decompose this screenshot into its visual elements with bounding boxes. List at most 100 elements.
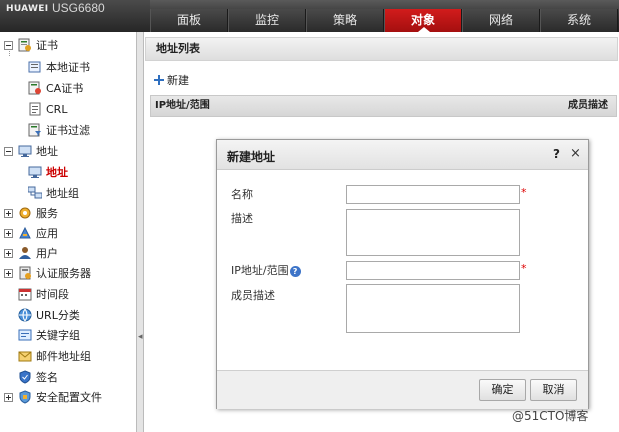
required-mark: * <box>521 186 527 199</box>
tab-policy[interactable]: 策略 <box>306 9 384 32</box>
collapse-icon[interactable] <box>4 146 13 156</box>
dialog-title-bar[interactable]: 新建地址 ? × <box>217 140 588 170</box>
sidebar-item-label: 邮件地址组 <box>36 350 91 363</box>
sidebar-item-label: CRL <box>46 102 68 116</box>
sidebar-item-label: 应用 <box>36 227 58 240</box>
expand-icon[interactable] <box>4 208 13 218</box>
ip-range-field[interactable] <box>346 261 520 280</box>
sidebar-item-label: 证书 <box>36 39 58 52</box>
sidebar-item-label: 地址组 <box>46 187 79 200</box>
address-item-icon <box>28 165 42 179</box>
address-icon <box>18 144 32 158</box>
sidebar-item-label: 证书过滤 <box>46 124 90 137</box>
new-address-dialog: 新建地址 ? × 名称 * 描述 IP地址/范围? * 成员描述 确定 取消 <box>216 139 589 409</box>
name-label: 名称 <box>231 188 253 201</box>
collapse-arrow-icon[interactable]: ◂ <box>138 332 143 342</box>
ip-range-label: IP地址/范围? <box>231 262 301 278</box>
application-icon <box>18 226 32 240</box>
ok-button[interactable]: 确定 <box>479 379 526 401</box>
tab-monitor[interactable]: 监控 <box>228 9 306 32</box>
dialog-title: 新建地址 <box>227 150 276 164</box>
sidebar-item-address[interactable]: 地址 <box>4 141 58 161</box>
table-header: IP地址/范围 成员描述 <box>150 95 617 117</box>
required-mark: * <box>521 262 527 275</box>
sidebar-tree: 证书 本地证书 CA证书 CRL 证书过滤 地址 地址 地址组 服务 应用 用户… <box>0 32 137 432</box>
certificate-filter-icon <box>28 123 42 137</box>
expand-icon[interactable] <box>4 392 13 402</box>
member-description-label: 成员描述 <box>231 289 275 302</box>
sidebar-item-label: 地址 <box>46 166 68 179</box>
description-field[interactable] <box>346 209 520 256</box>
help-icon[interactable]: ? <box>289 265 301 277</box>
expand-icon[interactable] <box>4 228 13 238</box>
brand-area: HUAWEI USG6680 <box>0 0 150 32</box>
sidebar-item-label: 时间段 <box>36 288 69 301</box>
sidebar-item-ca-certificate[interactable]: CA证书 <box>28 78 83 98</box>
sidebar-item-certificate[interactable]: 证书 <box>4 35 58 55</box>
sidebar-item-auth-server[interactable]: 认证服务器 <box>4 263 91 283</box>
column-header-ip-range[interactable]: IP地址/范围 <box>155 96 210 116</box>
sidebar-item-label: CA证书 <box>46 82 84 95</box>
collapse-icon[interactable] <box>4 40 13 50</box>
close-icon[interactable]: × <box>570 146 581 161</box>
mail-address-group-icon <box>18 349 32 363</box>
sidebar-item-user[interactable]: 用户 <box>4 243 58 263</box>
name-field[interactable] <box>346 185 520 204</box>
watermark: @51CTO博客 <box>512 409 589 423</box>
new-address-button[interactable]: 新建 <box>154 72 189 88</box>
tab-object[interactable]: 对象 <box>384 9 462 32</box>
description-label: 描述 <box>231 212 253 225</box>
signature-icon <box>18 370 32 384</box>
expand-icon[interactable] <box>4 268 13 278</box>
sidebar-item-local-certificate[interactable]: 本地证书 <box>28 57 90 77</box>
sidebar-item-label: 服务 <box>36 207 58 220</box>
sidebar-item-application[interactable]: 应用 <box>4 223 58 243</box>
device-model: USG6680 <box>52 1 105 15</box>
security-profile-icon <box>18 390 32 404</box>
keyword-group-icon <box>18 328 32 342</box>
sidebar-item-service[interactable]: 服务 <box>4 203 58 223</box>
sidebar-item-label: 地址 <box>36 145 58 158</box>
ca-certificate-icon <box>28 81 42 95</box>
help-icon[interactable]: ? <box>553 147 560 161</box>
brand-logo: HUAWEI <box>6 4 49 14</box>
sidebar-item-label: 安全配置文件 <box>36 391 102 404</box>
sidebar-splitter[interactable]: ◂ <box>137 32 144 432</box>
sidebar-item-certificate-filter[interactable]: 证书过滤 <box>28 120 90 140</box>
page-title: 地址列表 <box>145 37 618 61</box>
sidebar-item-security-profile[interactable]: 安全配置文件 <box>4 387 102 407</box>
sidebar-item-label: 认证服务器 <box>36 267 91 280</box>
sidebar-item-address-group[interactable]: 地址组 <box>27 183 79 203</box>
tab-dashboard[interactable]: 面板 <box>150 9 228 32</box>
dialog-footer: 确定 取消 <box>217 370 588 409</box>
sidebar-item-url-category[interactable]: URL分类 <box>18 305 80 325</box>
url-category-icon <box>18 308 32 322</box>
certificate-icon <box>18 38 32 52</box>
auth-server-icon <box>18 266 32 280</box>
ip-range-label-text: IP地址/范围 <box>231 264 289 277</box>
main-tabs: 面板 监控 策略 对象 网络 系统 <box>150 9 619 32</box>
column-header-member-description[interactable]: 成员描述 <box>568 96 608 116</box>
new-button-label: 新建 <box>167 74 189 87</box>
sidebar-item-label: 用户 <box>36 247 58 260</box>
top-navigation-bar: HUAWEI USG6680 面板 监控 策略 对象 网络 系统 <box>0 0 619 32</box>
service-icon <box>18 206 32 220</box>
sidebar-item-address-object[interactable]: 地址 <box>28 162 68 182</box>
sidebar-item-mail-address-group[interactable]: 邮件地址组 <box>18 346 91 366</box>
sidebar-item-keyword-group[interactable]: 关键字组 <box>18 325 80 345</box>
sidebar-item-label: URL分类 <box>36 309 80 322</box>
sidebar-item-label: 签名 <box>36 371 58 384</box>
sidebar-item-crl[interactable]: CRL <box>28 99 67 119</box>
add-icon <box>154 75 164 85</box>
tab-system[interactable]: 系统 <box>540 9 618 32</box>
sidebar-item-signature[interactable]: 签名 <box>18 367 58 387</box>
sidebar-item-time-range[interactable]: 时间段 <box>18 284 69 304</box>
expand-icon[interactable] <box>4 248 13 258</box>
member-description-field[interactable] <box>346 284 520 333</box>
local-certificate-icon <box>28 60 42 74</box>
address-group-icon <box>27 186 43 200</box>
time-range-icon <box>18 287 32 301</box>
cancel-button[interactable]: 取消 <box>530 379 577 401</box>
user-icon <box>18 246 32 260</box>
tab-network[interactable]: 网络 <box>462 9 540 32</box>
